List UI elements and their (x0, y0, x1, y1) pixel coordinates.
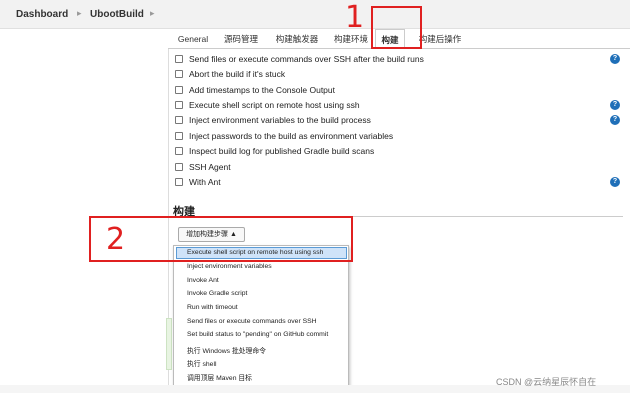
option-execute-remote-shell[interactable]: Execute shell script on remote host usin… (175, 99, 360, 111)
annotation-number-2: 2 (106, 222, 126, 257)
tab-general[interactable]: General (176, 29, 210, 49)
option-label: Inject environment variables to the buil… (189, 115, 371, 125)
option-label: SSH Agent (189, 162, 231, 172)
checkbox[interactable] (175, 55, 183, 63)
green-strip (166, 318, 172, 370)
option-inspect-gradle-log[interactable]: Inspect build log for published Gradle b… (175, 145, 374, 157)
option-label: Inject passwords to the build as environ… (189, 131, 394, 141)
menu-item-execute-shell[interactable]: 执行 shell (187, 358, 216, 368)
menu-item-run-with-timeout[interactable]: Run with timeout (187, 304, 238, 311)
option-inject-env[interactable]: Inject environment variables to the buil… (175, 114, 371, 126)
checkbox[interactable] (175, 132, 183, 140)
option-label: Send files or execute commands over SSH … (189, 54, 424, 64)
checkbox[interactable] (175, 101, 183, 109)
menu-item-github-pending[interactable]: Set build status to "pending" on GitHub … (187, 331, 328, 338)
annotation-box-1 (371, 6, 422, 49)
checkbox[interactable] (175, 147, 183, 155)
breadcrumb-uboot-build[interactable]: UbootBuild (90, 9, 144, 20)
watermark: CSDN @云纳星辰怀自在 (496, 377, 597, 387)
option-label: Add timestamps to the Console Output (189, 85, 335, 95)
checkbox[interactable] (175, 70, 183, 78)
breadcrumb-dashboard[interactable]: Dashboard (16, 9, 68, 20)
menu-item-inject-env[interactable]: Inject environment variables (187, 263, 272, 270)
help-icon[interactable]: ? (610, 177, 620, 187)
checkbox[interactable] (175, 116, 183, 124)
tab-source-management[interactable]: 源码管理 (222, 29, 260, 49)
annotation-number-1: 1 (345, 0, 365, 35)
option-with-ant[interactable]: With Ant (175, 176, 221, 188)
menu-item-maven[interactable]: 调用顶层 Maven 目标 (187, 372, 252, 382)
option-abort-stuck[interactable]: Abort the build if it's stuck (175, 68, 285, 80)
checkbox[interactable] (175, 178, 183, 186)
breadcrumb-separator: ▸ (77, 8, 82, 18)
option-label: Execute shell script on remote host usin… (189, 100, 360, 110)
tab-build-triggers[interactable]: 构建触发器 (274, 29, 320, 49)
top-bar: Dashboard ▸ UbootBuild ▸ (0, 0, 630, 29)
option-ssh-agent[interactable]: SSH Agent (175, 161, 231, 173)
help-icon[interactable]: ? (610, 115, 620, 125)
tab-post-build-actions[interactable]: 构建后操作 (416, 29, 464, 49)
option-add-timestamps[interactable]: Add timestamps to the Console Output (175, 84, 335, 96)
help-icon[interactable]: ? (610, 100, 620, 110)
option-label: Abort the build if it's stuck (189, 69, 286, 79)
menu-item-windows-batch[interactable]: 执行 Windows 批处理命令 (187, 345, 266, 355)
option-send-files-ssh[interactable]: Send files or execute commands over SSH … (175, 53, 424, 65)
menu-item-invoke-ant[interactable]: Invoke Ant (187, 277, 219, 284)
breadcrumb-separator[interactable]: ▸ (150, 8, 155, 19)
option-inject-passwords[interactable]: Inject passwords to the build as environ… (175, 130, 393, 142)
option-label: Inspect build log for published Gradle b… (189, 146, 375, 156)
checkbox[interactable] (175, 163, 183, 171)
annotation-box-2 (89, 216, 353, 262)
checkbox[interactable] (175, 86, 183, 94)
option-label: With Ant (189, 177, 221, 187)
menu-item-invoke-gradle[interactable]: Invoke Gradle script (187, 290, 247, 297)
menu-item-send-files-ssh[interactable]: Send files or execute commands over SSH (187, 318, 317, 325)
help-icon[interactable]: ? (610, 54, 620, 64)
